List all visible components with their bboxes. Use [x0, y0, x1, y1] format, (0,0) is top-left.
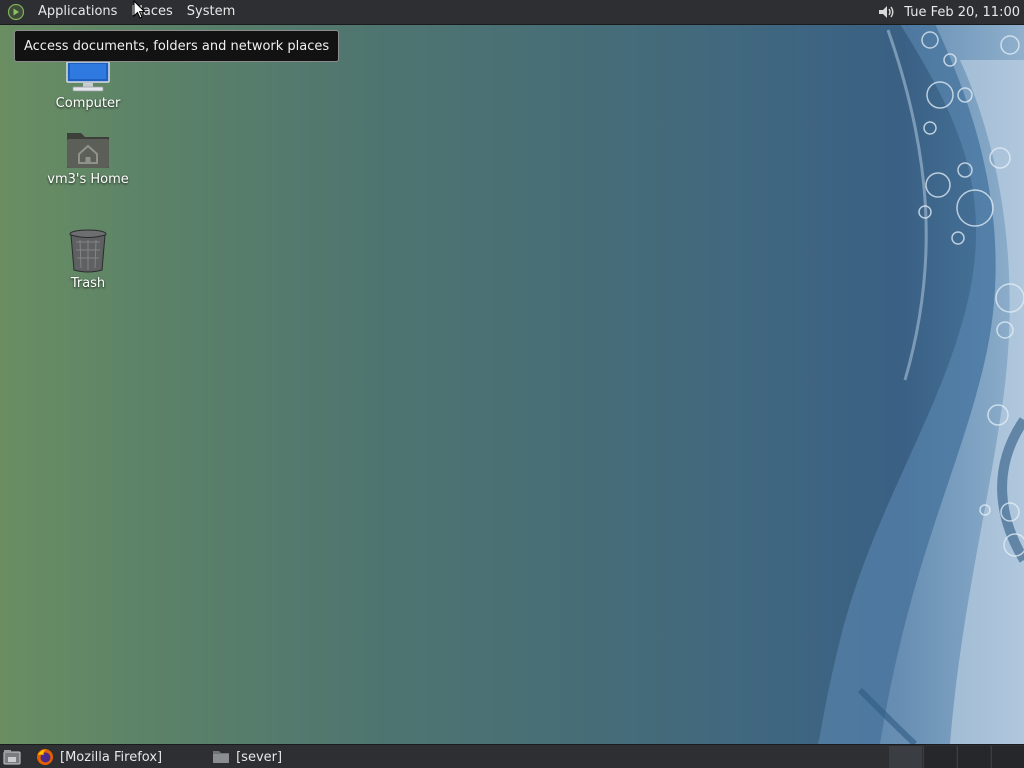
desktop-icon-label: Trash [70, 276, 106, 291]
bottom-panel: [Mozilla Firefox] [sever] [0, 744, 1024, 768]
workspace-2[interactable] [923, 746, 956, 768]
clock[interactable]: Tue Feb 20, 11:00 [904, 5, 1024, 20]
show-desktop-button[interactable] [0, 745, 24, 768]
home-folder-icon [67, 133, 109, 168]
distro-logo-icon[interactable] [7, 3, 25, 21]
task-button-firefox[interactable]: [Mozilla Firefox] [30, 746, 168, 768]
top-panel: Applications Places System Tue Feb 20, 1… [0, 0, 1024, 25]
desktop-icon-trash[interactable]: Trash [38, 228, 138, 291]
desktop-icon-label: Computer [55, 96, 121, 111]
task-button-sever[interactable]: [sever] [206, 746, 288, 768]
firefox-icon [37, 749, 53, 765]
folder-icon [213, 751, 230, 763]
show-desktop-icon [3, 750, 21, 765]
desktop-icon-label: vm3's Home [47, 172, 129, 187]
desktop[interactable]: Applications Places System Tue Feb 20, 1… [0, 0, 1024, 768]
places-tooltip: Access documents, folders and network pl… [14, 30, 340, 62]
desktop-icon-home[interactable]: vm3's Home [38, 128, 138, 187]
task-label: [Mozilla Firefox] [60, 749, 163, 765]
workspace-4[interactable] [991, 746, 1024, 768]
panel-tray: Tue Feb 20, 11:00 [876, 0, 1024, 24]
menu-system[interactable]: System [180, 0, 242, 24]
workspace-switcher[interactable] [888, 746, 1024, 768]
menu-applications[interactable]: Applications [31, 0, 124, 24]
wallpaper-decoration [818, 24, 1024, 747]
workspace-3[interactable] [957, 746, 990, 768]
trash-icon [69, 229, 107, 273]
workspace-1[interactable] [889, 746, 922, 768]
desktop-icon-computer[interactable]: Computer [38, 62, 138, 111]
computer-icon [66, 62, 110, 92]
mouse-cursor-icon [133, 0, 146, 19]
task-label: [sever] [236, 749, 283, 765]
volume-icon[interactable] [876, 2, 896, 22]
